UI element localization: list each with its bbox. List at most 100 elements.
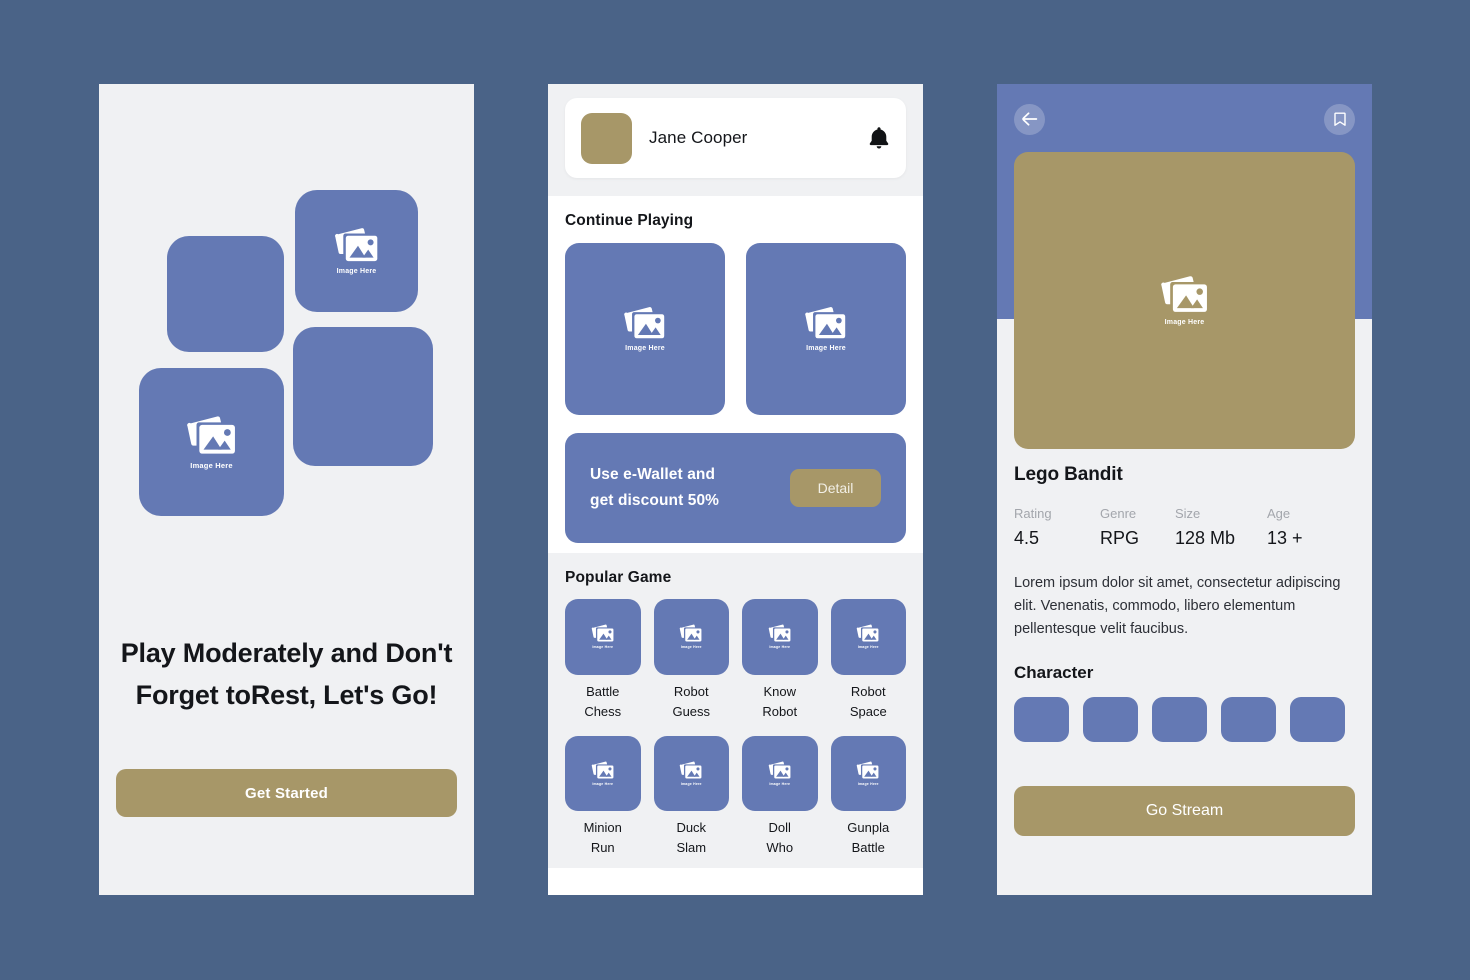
image-placeholder: Image Here bbox=[679, 624, 703, 649]
game-thumbnail: Image Here bbox=[653, 735, 729, 811]
character-chip[interactable] bbox=[1014, 697, 1069, 742]
image-placeholder-label: Image Here bbox=[592, 781, 614, 786]
image-placeholder-label: Image Here bbox=[769, 781, 791, 786]
image-placeholder-icon bbox=[1160, 276, 1207, 312]
screen-game-detail: Image Here Lego Bandit Rating 4.5 Genre … bbox=[997, 84, 1372, 895]
game-cell[interactable]: Image Here Know Robot bbox=[742, 599, 818, 722]
stat-rating: Rating 4.5 bbox=[1014, 505, 1100, 551]
continue-card[interactable]: Image Here bbox=[565, 243, 725, 415]
game-label: Robot Space bbox=[849, 683, 887, 719]
detail-topbar bbox=[997, 84, 1372, 154]
character-section-title: Character bbox=[1014, 663, 1094, 682]
promo-line-2: get discount 50% bbox=[590, 492, 720, 509]
image-placeholder-icon bbox=[768, 624, 791, 642]
stat-key: Age bbox=[1267, 506, 1291, 521]
collage-tile-4[interactable]: Image Here bbox=[139, 368, 284, 516]
continue-playing-list: Image Here Image Here bbox=[548, 230, 923, 415]
image-placeholder: Image Here bbox=[856, 761, 880, 786]
collage-tile-2[interactable]: Image Here bbox=[295, 190, 418, 312]
image-placeholder-label: Image Here bbox=[857, 645, 879, 650]
image-placeholder-icon bbox=[768, 761, 791, 779]
avatar bbox=[581, 112, 632, 164]
screen-onboarding: Image Here Image Here Play Moderately an… bbox=[99, 84, 474, 895]
go-stream-button[interactable]: Go Stream bbox=[1014, 786, 1355, 836]
popular-game-title: Popular Game bbox=[565, 569, 672, 586]
game-thumbnail: Image Here bbox=[742, 735, 818, 811]
game-cell[interactable]: Image Here Robot Space bbox=[830, 599, 906, 722]
game-cell[interactable]: Image Here Minion Run bbox=[565, 735, 641, 859]
stat-genre: Genre RPG bbox=[1100, 505, 1175, 551]
detail-body: Lego Bandit Rating 4.5 Genre RPG Size 12… bbox=[997, 464, 1372, 836]
continue-card[interactable]: Image Here bbox=[746, 243, 906, 415]
stat-value: 13 + bbox=[1267, 528, 1303, 548]
game-hero-image: Image Here bbox=[1014, 152, 1355, 449]
promo-detail-button[interactable]: Detail bbox=[790, 469, 881, 507]
image-placeholder-label: Image Here bbox=[680, 781, 702, 786]
continue-playing-title: Continue Playing bbox=[565, 212, 694, 229]
game-thumbnail: Image Here bbox=[565, 599, 641, 675]
game-cell[interactable]: Image Here Duck Slam bbox=[653, 735, 729, 859]
image-placeholder: Image Here bbox=[768, 624, 792, 649]
game-label: Robot Guess bbox=[672, 683, 711, 719]
game-cell[interactable]: Image Here Doll Who bbox=[742, 735, 818, 859]
image-placeholder-label: Image Here bbox=[625, 345, 665, 352]
collage-tile-3[interactable] bbox=[293, 327, 433, 466]
character-chip[interactable] bbox=[1290, 697, 1345, 742]
character-chip[interactable] bbox=[1221, 697, 1276, 742]
image-placeholder: Image Here bbox=[591, 761, 615, 786]
promo-banner: Use e-Wallet and get discount 50% Detail bbox=[565, 433, 906, 543]
image-placeholder-label: Image Here bbox=[806, 345, 846, 352]
image-placeholder: Image Here bbox=[295, 190, 418, 312]
stat-key: Size bbox=[1175, 506, 1201, 521]
image-placeholder-icon bbox=[624, 307, 665, 339]
game-description: Lorem ipsum dolor sit amet, consectetur … bbox=[1014, 575, 1341, 637]
image-placeholder-icon bbox=[805, 307, 846, 339]
home-header-area: Jane Cooper bbox=[548, 84, 923, 196]
notification-button[interactable] bbox=[868, 126, 890, 150]
collage-tile-1[interactable] bbox=[167, 236, 284, 352]
game-stats: Rating 4.5 Genre RPG Size 128 Mb Age 13 … bbox=[1014, 505, 1355, 551]
image-placeholder: Image Here bbox=[679, 761, 703, 786]
screen-home: Jane Cooper Continue Playing Image Here … bbox=[548, 84, 923, 895]
image-placeholder-icon bbox=[186, 415, 235, 454]
game-cell[interactable]: Image Here Battle Chess bbox=[565, 599, 641, 722]
game-label: Duck Slam bbox=[676, 820, 707, 855]
game-label: Minion Run bbox=[583, 820, 622, 855]
character-chip[interactable] bbox=[1152, 697, 1207, 742]
bell-icon bbox=[869, 127, 889, 149]
image-placeholder: Image Here bbox=[139, 368, 284, 516]
image-placeholder-icon bbox=[334, 228, 377, 262]
game-cell[interactable]: Image Here Gunpla Battle bbox=[830, 735, 906, 859]
stat-value: RPG bbox=[1100, 528, 1140, 548]
profile-card[interactable]: Jane Cooper bbox=[565, 98, 906, 178]
get-started-button[interactable]: Get Started bbox=[116, 769, 457, 817]
popular-game-grid: Image Here Battle Chess Image Here Robot… bbox=[548, 587, 923, 858]
stat-size: Size 128 Mb bbox=[1175, 505, 1267, 551]
game-title: Lego Bandit bbox=[1014, 464, 1123, 485]
game-thumbnail: Image Here bbox=[653, 599, 729, 675]
image-placeholder-label: Image Here bbox=[1164, 319, 1205, 326]
image-placeholder: Image Here bbox=[804, 306, 848, 352]
image-placeholder-label: Image Here bbox=[769, 645, 791, 650]
game-thumbnail: Image Here bbox=[565, 735, 641, 811]
popular-game-section: Popular Game Image Here Battle Chess Ima… bbox=[548, 553, 923, 868]
image-placeholder-icon bbox=[591, 761, 614, 779]
image-placeholder: Image Here bbox=[591, 624, 615, 649]
bookmark-button[interactable] bbox=[1324, 103, 1355, 135]
image-placeholder-label: Image Here bbox=[190, 460, 233, 470]
image-placeholder-label: Image Here bbox=[857, 781, 879, 786]
game-cell[interactable]: Image Here Robot Guess bbox=[653, 599, 729, 722]
image-placeholder-icon bbox=[679, 624, 702, 642]
image-placeholder-icon bbox=[591, 624, 614, 642]
image-placeholder-label: Image Here bbox=[336, 268, 377, 275]
character-chip[interactable] bbox=[1083, 697, 1138, 742]
mockup-canvas: Image Here Image Here Play Moderately an… bbox=[0, 0, 1470, 980]
stat-key: Rating bbox=[1014, 506, 1052, 521]
back-button[interactable] bbox=[1014, 103, 1045, 135]
image-placeholder-label: Image Here bbox=[680, 645, 702, 650]
image-placeholder: Image Here bbox=[768, 761, 792, 786]
image-placeholder-icon bbox=[856, 624, 879, 642]
onboarding-image-collage: Image Here Image Here bbox=[99, 84, 474, 554]
image-placeholder-icon bbox=[679, 761, 702, 779]
game-label: Know Robot bbox=[762, 683, 798, 719]
